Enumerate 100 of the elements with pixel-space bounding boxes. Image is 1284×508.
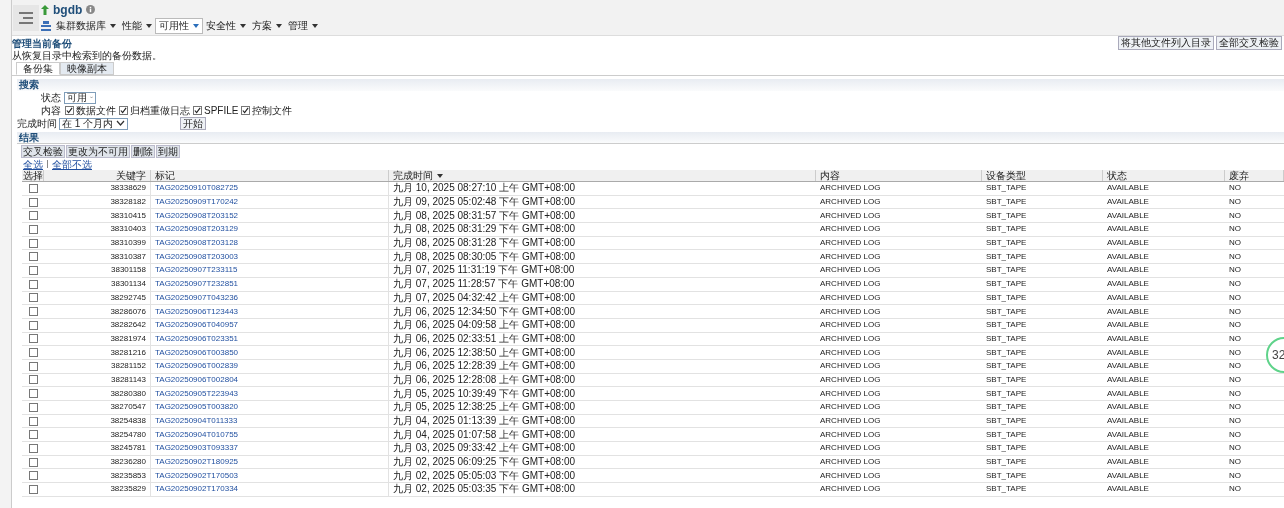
tag-link[interactable]: TAG20250907T043236 — [155, 291, 239, 304]
tag-link[interactable]: TAG20250906T002839 — [155, 360, 239, 373]
select-all-link[interactable]: 全选 — [23, 156, 43, 172]
row-checkbox[interactable] — [28, 484, 38, 494]
column-header[interactable]: 完成时间 — [389, 170, 816, 181]
table-cell: ARCHIVED LOG — [820, 182, 881, 195]
tag-link[interactable]: TAG20250908T203152 — [155, 209, 239, 222]
caret-icon — [193, 23, 199, 28]
row-checkbox[interactable] — [28, 224, 38, 234]
row-checkbox[interactable] — [28, 457, 38, 467]
menu-tab[interactable]: 方案 — [249, 17, 285, 34]
column-header[interactable]: 选择 — [22, 170, 44, 181]
table-cell: NO — [1229, 373, 1241, 386]
table-cell: SBT_TAPE — [986, 223, 1027, 236]
row-checkbox[interactable] — [28, 416, 38, 426]
table-cell: 38310387 — [110, 250, 146, 263]
table-cell: NO — [1229, 250, 1241, 263]
tag-link[interactable]: TAG20250906T040957 — [155, 319, 239, 332]
row-checkbox[interactable] — [28, 265, 38, 275]
row-checkbox[interactable] — [28, 238, 38, 248]
row-checkbox[interactable] — [28, 361, 38, 371]
checkbox[interactable] — [119, 106, 128, 115]
tag-link[interactable]: TAG20250906T023351 — [155, 332, 239, 345]
tab[interactable]: 映像副本 — [60, 62, 114, 75]
table-cell: 九月 08, 2025 08:30:05 下午 GMT+08:00 — [393, 250, 576, 263]
toolbar-button[interactable]: 交叉检验 — [21, 145, 65, 158]
tag-link[interactable]: TAG20250902T180925 — [155, 456, 239, 469]
tag-link[interactable]: TAG20250907T232851 — [155, 278, 239, 291]
row-checkbox[interactable] — [28, 320, 38, 330]
row-checkbox[interactable] — [28, 197, 38, 207]
tag-link[interactable]: TAG20250904T011333 — [155, 415, 238, 428]
column-header[interactable]: 关键字 — [44, 170, 151, 181]
table-cell: ARCHIVED LOG — [820, 305, 881, 318]
table-cell: AVAILABLE — [1107, 332, 1149, 345]
tag-link[interactable]: TAG20250910T082725 — [155, 182, 239, 195]
checkbox[interactable] — [241, 106, 251, 115]
tag-link[interactable]: TAG20250906T002804 — [155, 373, 239, 386]
caret-icon — [276, 23, 282, 28]
menu-tab[interactable]: 可用性 — [155, 17, 203, 34]
start-button[interactable]: 开始 — [180, 117, 207, 130]
time-select[interactable]: 在 1 个月内 — [59, 117, 129, 130]
select-none-link[interactable]: 全部不选 — [52, 156, 92, 172]
checkbox[interactable] — [65, 106, 74, 115]
row-checkbox[interactable] — [28, 443, 38, 453]
row-checkbox[interactable] — [28, 430, 38, 440]
menu-button[interactable] — [13, 4, 39, 31]
row-checkbox[interactable] — [28, 348, 38, 358]
tag-link[interactable]: TAG20250906T123443 — [155, 305, 239, 318]
menu-tab[interactable]: 性能 — [119, 17, 155, 34]
tag-link[interactable]: TAG20250905T223943 — [155, 387, 239, 400]
caret-icon — [146, 23, 152, 28]
action-button[interactable]: 将其他文件列入目录 — [1118, 36, 1214, 50]
action-button[interactable]: 全部交叉检验 — [1216, 36, 1282, 50]
row-checkbox[interactable] — [28, 471, 38, 481]
table-cell: ARCHIVED LOG — [820, 278, 881, 291]
speed-badge[interactable]: 32 — [1266, 337, 1284, 373]
tab[interactable]: 备份集 — [16, 62, 60, 75]
table-cell: NO — [1229, 456, 1241, 469]
column-header[interactable]: 状态 — [1103, 170, 1225, 181]
row-checkbox[interactable] — [28, 307, 38, 317]
toolbar-button[interactable]: 更改为不可用 — [66, 145, 130, 158]
tag-link[interactable]: TAG20250908T203128 — [155, 237, 239, 250]
row-checkbox[interactable] — [28, 334, 38, 344]
row-checkbox[interactable] — [28, 389, 38, 399]
row-checkbox[interactable] — [28, 375, 38, 385]
checkbox[interactable] — [193, 106, 202, 115]
table-cell: ARCHIVED LOG — [820, 401, 881, 414]
table-cell: AVAILABLE — [1107, 196, 1149, 209]
toolbar-button[interactable]: 删除 — [131, 145, 155, 158]
tag-link[interactable]: TAG20250907T233115 — [155, 264, 238, 277]
tag-link[interactable]: TAG20250904T010755 — [155, 428, 239, 441]
tag-link[interactable]: TAG20250908T203003 — [155, 250, 239, 263]
tag-link[interactable]: TAG20250908T203129 — [155, 223, 239, 236]
tag-link[interactable]: TAG20250906T003850 — [155, 346, 239, 359]
row-checkbox[interactable] — [28, 252, 38, 262]
tag-link[interactable]: TAG20250905T003820 — [155, 401, 239, 414]
row-checkbox[interactable] — [28, 402, 38, 412]
table-cell: NO — [1229, 332, 1241, 345]
status-select[interactable]: 可用 — [64, 91, 96, 104]
table-cell: SBT_TAPE — [986, 278, 1027, 291]
column-header[interactable]: 废弃 — [1225, 170, 1284, 181]
toolbar-button[interactable]: 到期 — [156, 145, 180, 158]
table-cell: AVAILABLE — [1107, 305, 1149, 318]
tag-link[interactable]: TAG20250909T170242 — [155, 196, 239, 209]
up-arrow-icon — [41, 4, 49, 15]
column-header[interactable]: 内容 — [816, 170, 982, 181]
row-checkbox[interactable] — [28, 183, 38, 193]
row-checkbox[interactable] — [28, 211, 38, 221]
menu-tab[interactable]: 管理 — [285, 17, 321, 34]
menu-tab[interactable]: 集群数据库 — [53, 17, 119, 34]
column-header[interactable]: 标记 — [151, 170, 389, 181]
tag-link[interactable]: TAG20250902T170503 — [155, 469, 239, 482]
table-cell: 九月 02, 2025 06:09:25 下午 GMT+08:00 — [393, 456, 576, 469]
tag-link[interactable]: TAG20250902T170334 — [155, 483, 239, 496]
row-checkbox[interactable] — [28, 279, 38, 289]
column-header[interactable]: 设备类型 — [982, 170, 1103, 181]
tag-link[interactable]: TAG20250903T093337 — [155, 442, 239, 455]
row-checkbox[interactable] — [28, 293, 38, 303]
menu-tab[interactable]: 安全性 — [203, 17, 249, 34]
section-title: 搜索 — [19, 79, 39, 91]
